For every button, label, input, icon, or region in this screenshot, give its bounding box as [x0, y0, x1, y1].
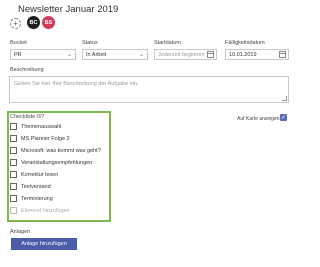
checklist-add-item[interactable]: Element hinzufügen — [10, 206, 70, 215]
checklist-item[interactable]: Terminierung — [10, 194, 53, 203]
show-on-card-checkbox[interactable]: ✓ — [280, 114, 287, 121]
checklist-label: Checkliste 0/7 — [10, 114, 45, 120]
attachments-label: Anlagen — [10, 229, 31, 235]
checklist-item[interactable]: Korrektur lesen — [10, 170, 58, 179]
due-date-input[interactable]: 10.01.2019 — [225, 49, 289, 60]
bucket-label: Bucket — [10, 40, 27, 46]
checkbox[interactable] — [10, 171, 17, 178]
checkbox[interactable] — [10, 159, 17, 166]
chevron-down-icon: ⌄ — [138, 52, 144, 58]
checkbox[interactable] — [10, 135, 17, 142]
add-attachment-button[interactable]: Anlage hinzufügen — [11, 238, 77, 250]
avatar-bc[interactable]: BC — [27, 16, 40, 29]
start-date-placeholder: Jederzeit beginnen — [158, 51, 205, 58]
add-member-button[interactable]: + — [10, 18, 21, 29]
checklist-item-text[interactable]: Microsoft: was kommt was geht? — [21, 148, 101, 154]
checklist-item-text[interactable]: Korrektur lesen — [21, 172, 58, 178]
bucket-select[interactable]: PR ⌄ — [10, 49, 76, 60]
start-date-label: Startdatum — [154, 40, 181, 46]
checklist-item[interactable]: MS Planner Folge 2 — [10, 134, 70, 143]
description-label: Beschreibung — [10, 67, 44, 73]
calendar-icon[interactable] — [207, 51, 214, 58]
checkbox[interactable] — [10, 195, 17, 202]
checklist-item[interactable]: Veranstaltungsempfehlungen — [10, 158, 92, 167]
calendar-icon[interactable] — [279, 51, 286, 58]
checklist-item[interactable]: Themenauswahl — [10, 122, 61, 131]
show-on-card-label[interactable]: Auf Karte anzeigen — [237, 116, 280, 122]
description-textarea[interactable]: Geben Sie hier Ihre Beschreibung der Auf… — [9, 76, 289, 103]
due-date-label: Fälligkeitsdatum — [225, 40, 265, 46]
avatar-bs[interactable]: BS — [42, 16, 55, 29]
checklist-item[interactable]: Textversand — [10, 182, 51, 191]
start-date-input[interactable]: Jederzeit beginnen — [154, 49, 217, 60]
checkbox — [10, 207, 17, 214]
checklist-item-text[interactable]: Veranstaltungsempfehlungen — [21, 160, 92, 166]
checklist-add-input[interactable]: Element hinzufügen — [21, 208, 70, 214]
checklist-item-text[interactable]: MS Planner Folge 2 — [21, 136, 70, 142]
description-placeholder: Geben Sie hier Ihre Beschreibung der Auf… — [14, 81, 139, 87]
resize-handle-icon[interactable] — [282, 96, 287, 101]
status-value: In Arbeit — [86, 51, 107, 58]
status-select[interactable]: In Arbeit ⌄ — [82, 49, 148, 60]
card-title[interactable]: Newsletter Januar 2019 — [18, 4, 118, 15]
chevron-down-icon: ⌄ — [66, 52, 72, 58]
checkbox[interactable] — [10, 183, 17, 190]
checklist-item-text[interactable]: Textversand — [21, 184, 51, 190]
checklist-item-text[interactable]: Terminierung — [21, 196, 53, 202]
checkbox[interactable] — [10, 147, 17, 154]
due-date-value: 10.01.2019 — [229, 51, 257, 58]
checklist-item[interactable]: Microsoft: was kommt was geht? — [10, 146, 101, 155]
checkbox[interactable] — [10, 123, 17, 130]
checklist-item-text[interactable]: Themenauswahl — [21, 124, 61, 130]
status-label: Status — [82, 40, 98, 46]
bucket-value: PR — [14, 51, 22, 58]
